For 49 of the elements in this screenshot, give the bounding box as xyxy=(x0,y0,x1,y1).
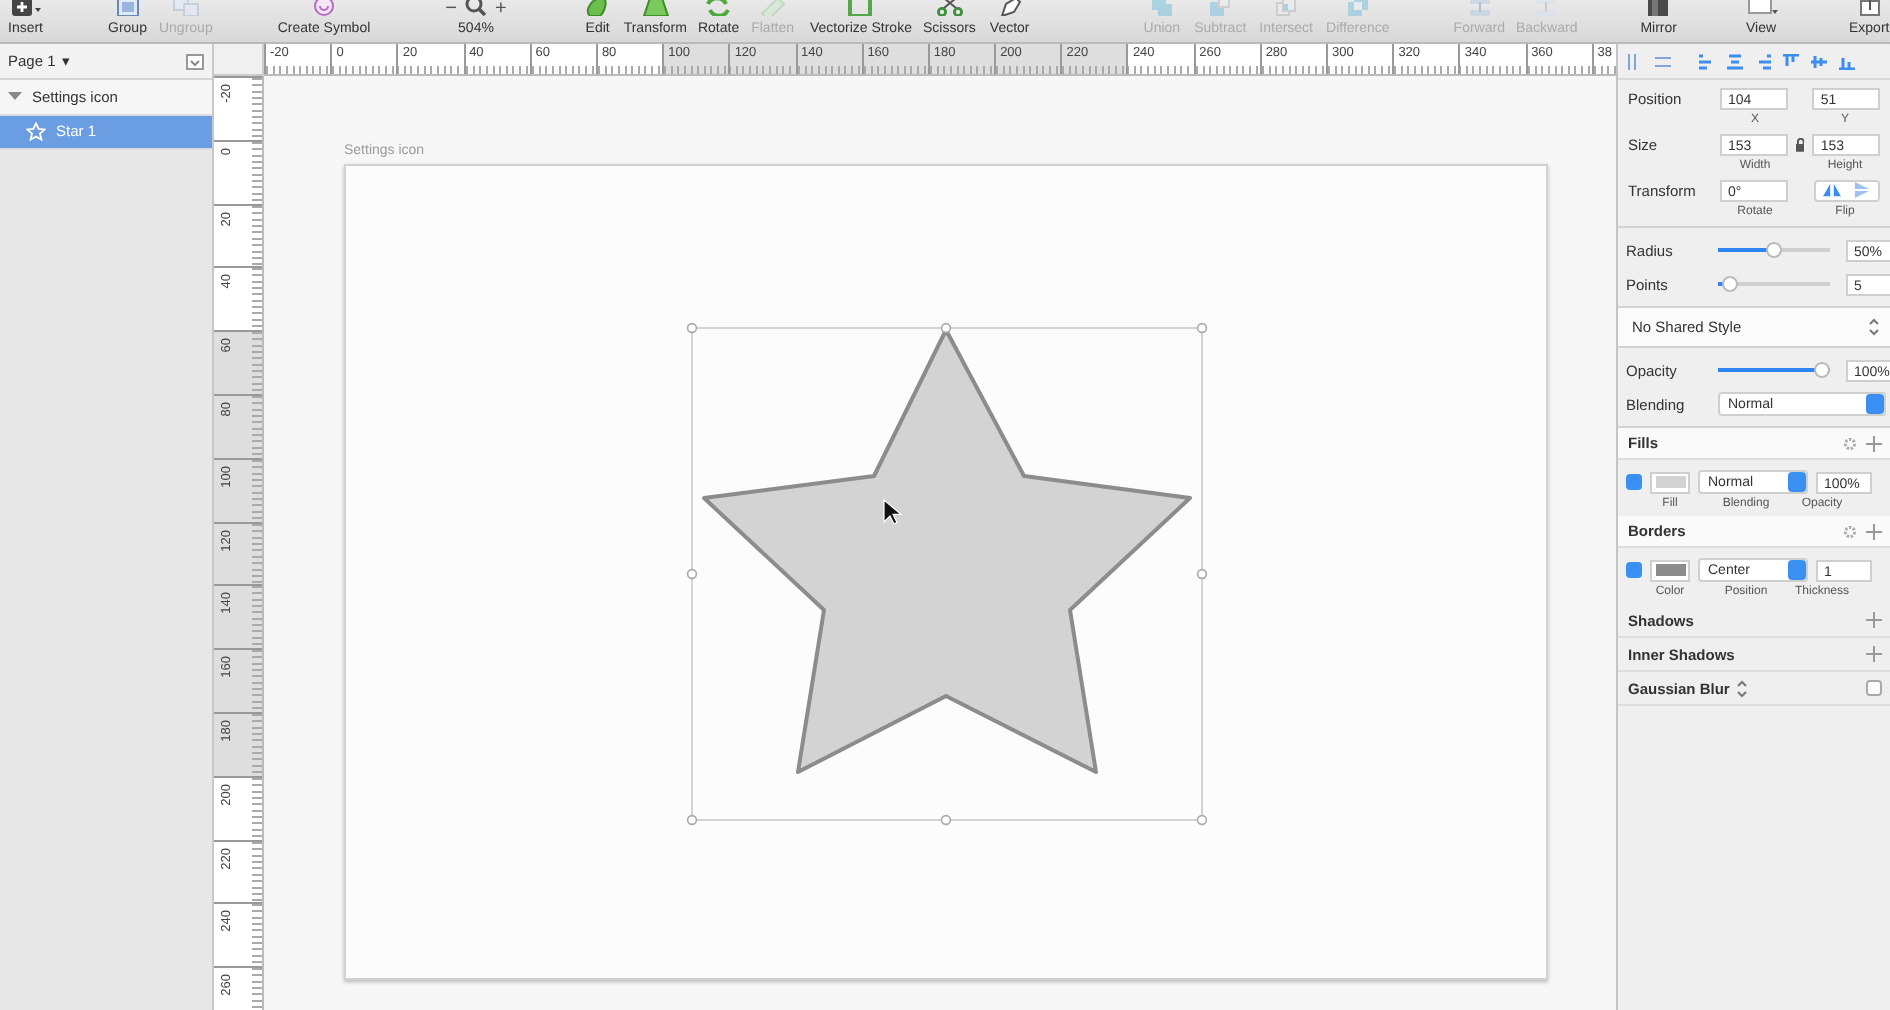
selection-box[interactable] xyxy=(686,322,1208,826)
checkbox[interactable] xyxy=(1626,474,1642,490)
add-icon[interactable] xyxy=(1866,646,1882,662)
expanded-icon[interactable] xyxy=(8,89,22,104)
color-swatch[interactable] xyxy=(1650,471,1690,493)
zoom-out-button[interactable]: − xyxy=(445,0,457,19)
flip-vertical-icon[interactable] xyxy=(1852,182,1873,198)
slider-thumb[interactable] xyxy=(1722,276,1739,292)
align-icon[interactable] xyxy=(1782,53,1800,69)
settings-icon[interactable] xyxy=(1842,435,1858,451)
stroke-icon xyxy=(844,0,877,16)
slider-thumb[interactable] xyxy=(1766,242,1782,258)
flatten-icon xyxy=(756,0,789,16)
stepper-icon xyxy=(1868,318,1880,336)
flip-horizontal-icon[interactable] xyxy=(1821,182,1842,198)
collapse-icon[interactable] xyxy=(186,53,204,69)
add-icon[interactable] xyxy=(1866,435,1882,451)
slider-thumb[interactable] xyxy=(1814,362,1830,378)
align-icon[interactable] xyxy=(1810,53,1828,69)
slider-track[interactable] xyxy=(1718,276,1830,292)
stepper-icon xyxy=(1788,472,1806,492)
window-icon xyxy=(1745,0,1777,16)
star-icon xyxy=(26,121,46,142)
slider-track[interactable] xyxy=(1718,362,1830,378)
stepper-icon xyxy=(1866,394,1884,414)
transform-icon xyxy=(639,0,672,16)
rotate-icon xyxy=(702,0,735,16)
lock-icon[interactable] xyxy=(1795,137,1805,151)
search-icon xyxy=(464,0,487,15)
scissors-icon xyxy=(933,0,966,16)
checkbox[interactable] xyxy=(1866,680,1882,696)
stepper-icon xyxy=(1788,560,1806,580)
add-icon[interactable] xyxy=(1866,612,1882,628)
align-icon[interactable] xyxy=(1654,53,1672,69)
align-icon[interactable] xyxy=(1838,53,1856,69)
color-swatch[interactable] xyxy=(1650,559,1690,581)
stepper-icon[interactable] xyxy=(1735,679,1748,697)
align-icon[interactable] xyxy=(1726,53,1744,69)
plus-square-icon xyxy=(9,0,42,16)
group-icon xyxy=(111,0,144,16)
zoom-in-button[interactable]: + xyxy=(494,0,507,19)
align-icon[interactable] xyxy=(1698,53,1716,69)
cursor-icon xyxy=(883,498,903,525)
align-icon[interactable] xyxy=(1754,53,1772,69)
settings-icon[interactable] xyxy=(1842,523,1858,539)
star-shape[interactable] xyxy=(702,328,1192,774)
checkbox[interactable] xyxy=(1626,562,1642,578)
ungroup-icon xyxy=(169,0,202,16)
add-icon[interactable] xyxy=(1866,523,1882,539)
